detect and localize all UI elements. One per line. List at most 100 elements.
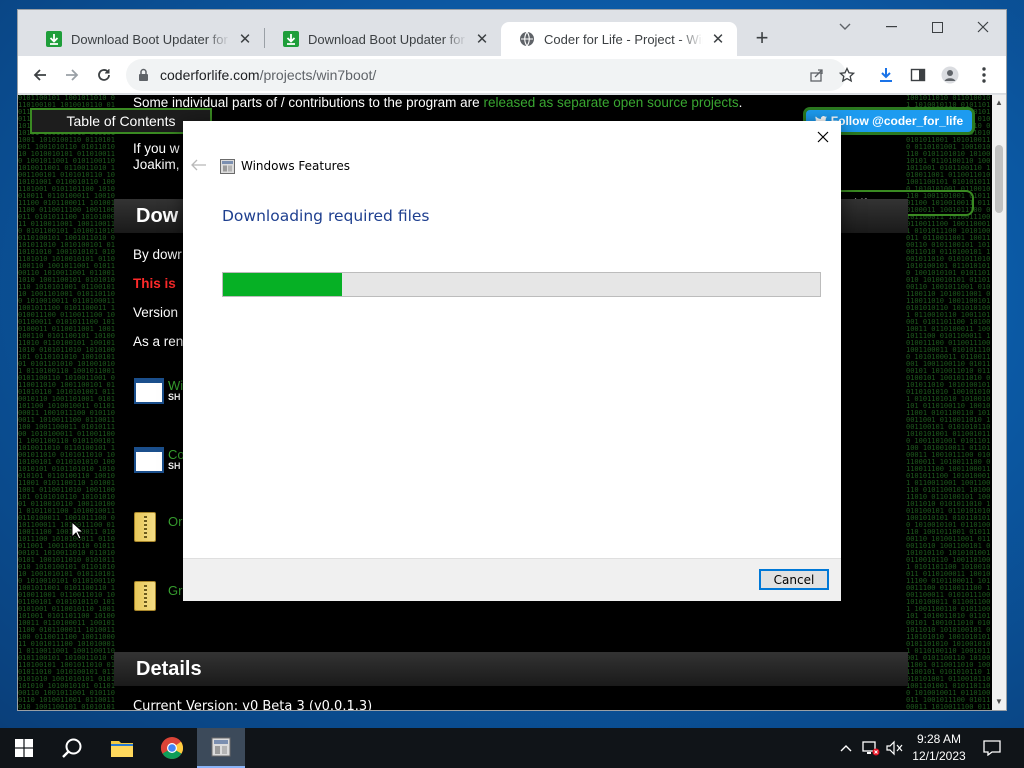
zip-folder-icon bbox=[134, 512, 156, 542]
matrix-background-left: 0101100101 1001011010 0110100101 1010010… bbox=[18, 95, 115, 710]
close-icon[interactable]: ✕ bbox=[236, 30, 254, 48]
menu-button[interactable] bbox=[970, 61, 998, 89]
intro-link[interactable]: released as separate open source project… bbox=[483, 95, 738, 110]
download-link[interactable]: Gr bbox=[168, 583, 182, 598]
download-item[interactable]: Or bbox=[134, 512, 182, 542]
chrome-icon bbox=[160, 737, 183, 759]
tab-boot-updater-2[interactable]: Download Boot Updater for Win ✕ bbox=[265, 22, 501, 56]
side-panel-button[interactable] bbox=[904, 61, 932, 89]
close-icon bbox=[977, 21, 989, 33]
windows-features-icon bbox=[220, 159, 235, 174]
windows-features-dialog: Windows Features Downloading required fi… bbox=[183, 121, 841, 601]
intro-text: Some individual parts of / contributions… bbox=[133, 95, 743, 110]
profile-button[interactable] bbox=[936, 61, 964, 89]
scroll-up-icon[interactable]: ▲ bbox=[995, 98, 1003, 107]
network-icon[interactable] bbox=[861, 738, 881, 758]
volume-muted-icon[interactable] bbox=[885, 738, 905, 758]
tab-strip: Download Boot Updater for Win ✕ Download… bbox=[18, 10, 1006, 56]
url-text: coderforlife.com/projects/win7boot/ bbox=[160, 67, 376, 83]
download-link[interactable]: Or bbox=[168, 514, 182, 529]
window-icon bbox=[134, 447, 164, 473]
chevron-down-icon bbox=[839, 23, 851, 30]
download-hash: SH bbox=[168, 461, 181, 471]
clock-time: 9:28 AM bbox=[916, 732, 962, 746]
close-icon bbox=[817, 131, 829, 143]
forward-button[interactable] bbox=[58, 61, 86, 89]
chrome-button[interactable] bbox=[148, 728, 196, 768]
windows-features-icon bbox=[211, 737, 231, 757]
intro-line-3: Joakim, bbox=[133, 157, 180, 172]
side-panel-icon bbox=[910, 68, 926, 82]
tab-title: Coder for Life - Project - Window bbox=[544, 31, 703, 47]
maximize-button[interactable] bbox=[914, 10, 960, 44]
address-bar[interactable]: coderforlife.com/projects/win7boot/ bbox=[126, 59, 846, 91]
star-icon bbox=[839, 67, 855, 83]
current-version-text: Current Version: v0 Beta 3 (v0.0.1.3) bbox=[133, 699, 373, 710]
follow-label: Follow @coder_for_life bbox=[830, 114, 964, 128]
system-clock[interactable]: 9:28 AM 12/1/2023 bbox=[906, 731, 972, 765]
close-window-button[interactable] bbox=[960, 10, 1006, 44]
download-item[interactable]: Gr bbox=[134, 581, 182, 611]
globe-icon bbox=[519, 31, 535, 47]
download-icon bbox=[880, 68, 892, 82]
taskbar: 9:28 AM 12/1/2023 bbox=[0, 728, 1024, 768]
download-progress-bar bbox=[222, 272, 821, 297]
reminder-text: As a ren bbox=[133, 334, 184, 349]
tab-title: Download Boot Updater for Win bbox=[308, 31, 467, 47]
lock-icon[interactable] bbox=[138, 68, 152, 82]
cancel-button[interactable]: Cancel bbox=[759, 569, 829, 590]
downloads-button[interactable] bbox=[872, 61, 900, 89]
file-explorer-button[interactable] bbox=[98, 728, 146, 768]
notification-center-button[interactable] bbox=[978, 737, 1006, 759]
windows-features-taskbar-button[interactable] bbox=[197, 728, 245, 768]
download-hash: SH bbox=[168, 392, 181, 402]
close-icon[interactable]: ✕ bbox=[709, 30, 727, 48]
scroll-down-icon[interactable]: ▼ bbox=[995, 697, 1003, 706]
url-host: coderforlife.com bbox=[160, 67, 260, 83]
more-vert-icon bbox=[982, 67, 986, 83]
download-icon bbox=[46, 31, 62, 47]
maximize-icon bbox=[931, 21, 943, 33]
dialog-heading: Downloading required files bbox=[222, 207, 430, 225]
share-button[interactable] bbox=[803, 61, 831, 89]
page-scrollbar[interactable]: ▲ ▼ bbox=[992, 95, 1006, 710]
dialog-title: Windows Features bbox=[241, 159, 350, 173]
dialog-footer: Cancel bbox=[183, 558, 841, 601]
start-button[interactable] bbox=[0, 728, 48, 768]
arrow-left-icon bbox=[191, 159, 206, 171]
browser-toolbar: coderforlife.com/projects/win7boot/ bbox=[18, 56, 1006, 94]
dialog-back-button[interactable] bbox=[191, 158, 207, 172]
bookmark-button[interactable] bbox=[833, 61, 861, 89]
search-button[interactable] bbox=[48, 728, 96, 768]
notification-icon bbox=[983, 740, 1001, 756]
download-item[interactable]: Wi SH bbox=[134, 378, 183, 404]
avatar-icon bbox=[941, 66, 959, 84]
version-text: Version bbox=[133, 305, 179, 320]
matrix-background-right: 1001011010 0110100101 1010010110 0101101… bbox=[906, 95, 991, 710]
tab-title: Download Boot Updater for Win bbox=[71, 31, 230, 47]
url-path: /projects/win7boot/ bbox=[259, 67, 377, 83]
dialog-close-button[interactable] bbox=[813, 127, 833, 147]
back-button[interactable] bbox=[26, 61, 54, 89]
download-link[interactable]: Wi bbox=[168, 378, 183, 393]
download-intro: By dowr bbox=[133, 247, 182, 262]
warning-text: This is bbox=[133, 276, 176, 291]
search-icon bbox=[62, 738, 82, 758]
scroll-thumb[interactable] bbox=[995, 145, 1003, 213]
chevron-up-icon[interactable] bbox=[836, 738, 856, 758]
windows-logo-icon bbox=[15, 739, 33, 757]
new-tab-button[interactable]: + bbox=[748, 24, 776, 52]
download-item[interactable]: Co SH bbox=[134, 447, 185, 473]
minimize-icon bbox=[885, 26, 897, 28]
close-icon[interactable]: ✕ bbox=[473, 30, 491, 48]
tab-boot-updater-1[interactable]: Download Boot Updater for Win ✕ bbox=[28, 22, 264, 56]
reload-button[interactable] bbox=[90, 61, 118, 89]
mouse-cursor-icon bbox=[71, 521, 85, 540]
download-icon bbox=[283, 31, 299, 47]
arrow-left-icon bbox=[33, 69, 46, 81]
window-icon bbox=[134, 378, 164, 404]
tab-search-button[interactable] bbox=[822, 10, 868, 44]
tab-coder-for-life[interactable]: Coder for Life - Project - Window ✕ bbox=[501, 22, 737, 56]
minimize-button[interactable] bbox=[868, 10, 914, 44]
share-icon bbox=[810, 69, 823, 82]
